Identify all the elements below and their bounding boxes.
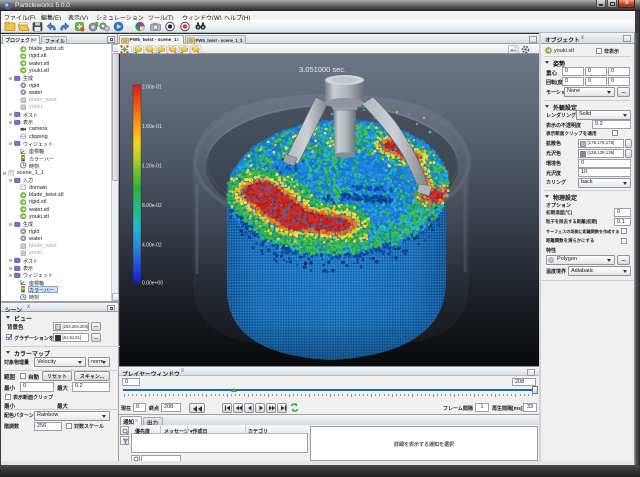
- svg-text:8.00e-02: 8.00e-02: [142, 203, 162, 209]
- svg-text:3.051000 sec.: 3.051000 sec.: [299, 65, 346, 74]
- svg-text:4.00e-02: 4.00e-02: [142, 243, 162, 249]
- svg-text:1.20e-01: 1.20e-01: [142, 164, 162, 170]
- svg-text:1.60e-01: 1.60e-01: [142, 124, 162, 130]
- svg-text:2.00e-01: 2.00e-01: [142, 85, 162, 91]
- svg-text:0.00e+00: 0.00e+00: [142, 281, 163, 287]
